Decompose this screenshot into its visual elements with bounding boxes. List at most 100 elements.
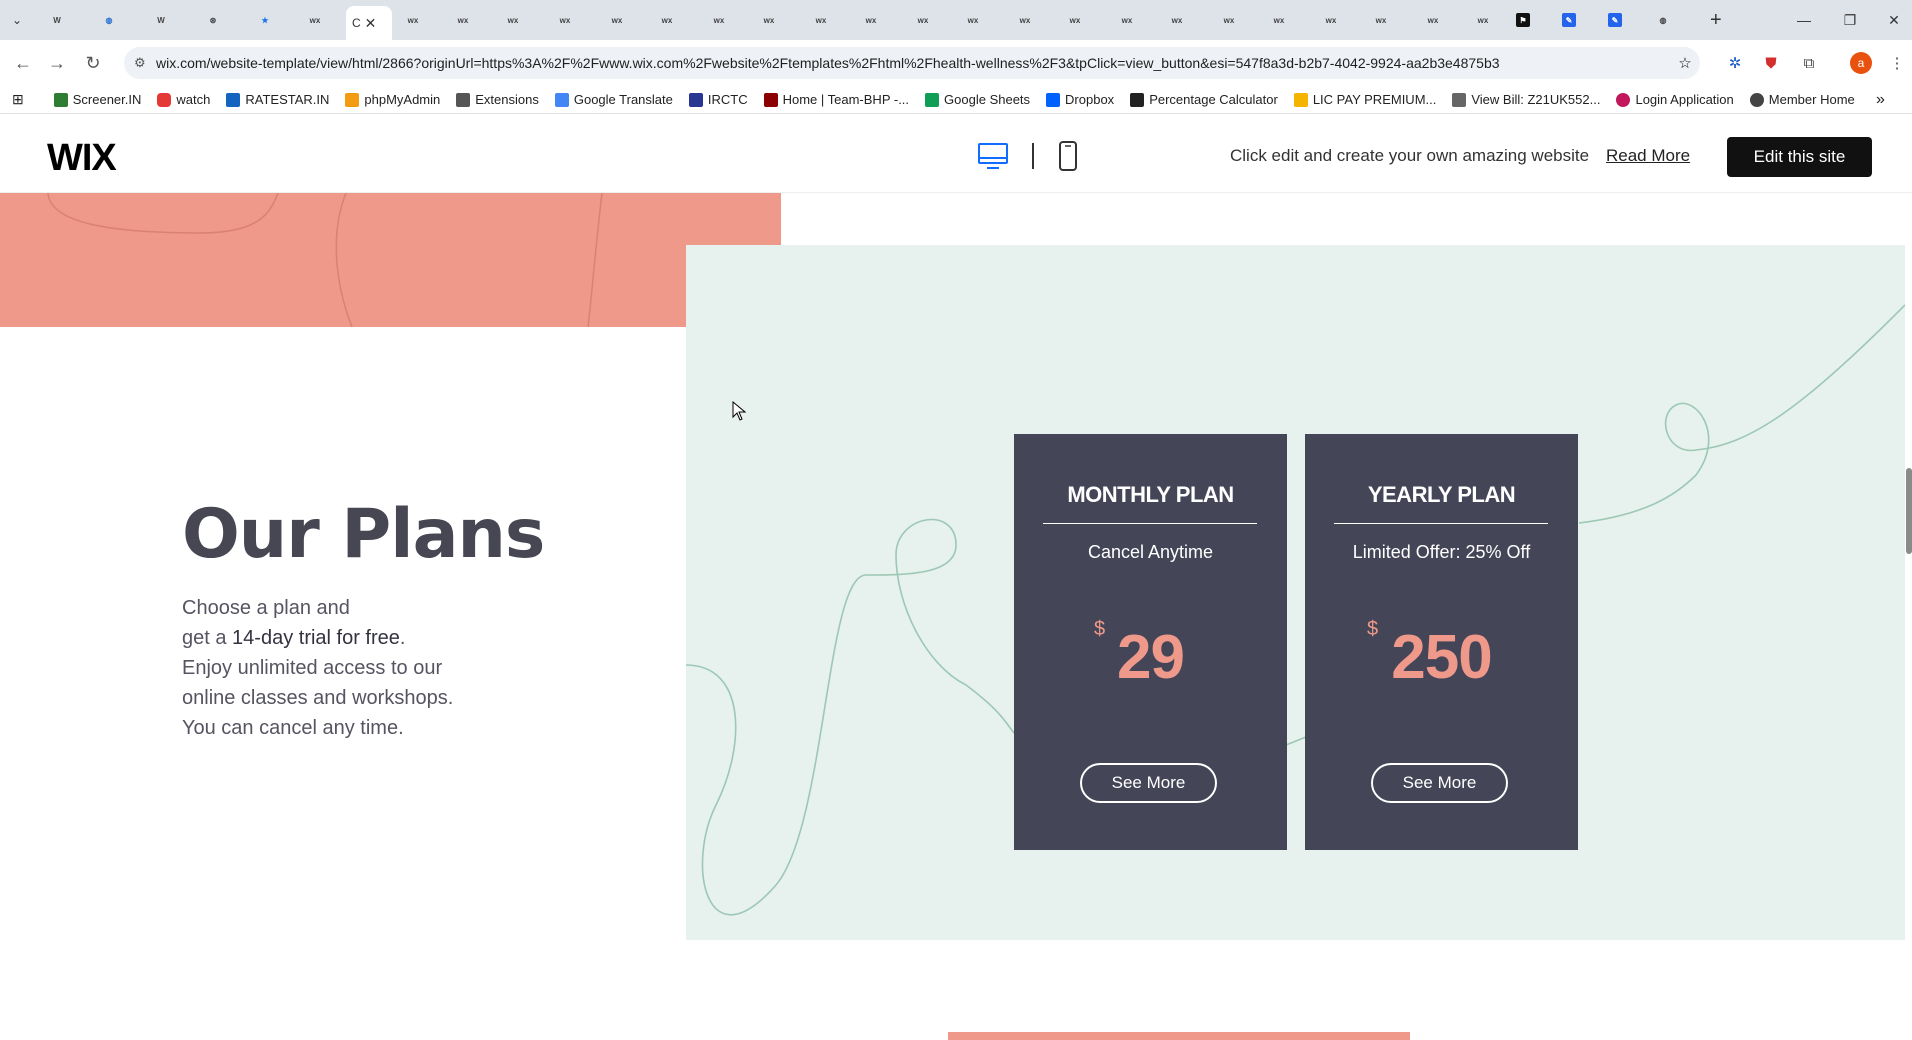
- tab[interactable]: wx: [1164, 8, 1190, 32]
- plan-subtitle: Limited Offer: 25% Off: [1352, 542, 1531, 562]
- decorative-salmon-block: [0, 193, 781, 327]
- close-window-button[interactable]: ✕: [1866, 0, 1912, 40]
- bookmark-label: Screener.IN: [72, 92, 142, 107]
- plan-card-monthly: MONTHLY PLAN Cancel Anytime $ 29 See Mor…: [1014, 434, 1287, 850]
- url-field[interactable]: ⚙ wix.com/website-template/view/html/286…: [124, 47, 1700, 79]
- tab[interactable]: wx: [1420, 8, 1446, 32]
- wix-icon: wx: [815, 15, 827, 25]
- bookmark-star-button[interactable]: ☆: [1674, 52, 1696, 74]
- tab[interactable]: W: [44, 8, 70, 32]
- tab[interactable]: wx: [756, 8, 782, 32]
- tab[interactable]: wx: [706, 8, 732, 32]
- reload-icon: ↻: [85, 52, 101, 73]
- tab[interactable]: ✎: [1556, 8, 1582, 32]
- wix-preview-header: WIX Click edit and create your own amazi…: [0, 115, 1912, 193]
- forward-button[interactable]: →: [44, 50, 70, 76]
- bookmark-item[interactable]: Google Translate: [554, 92, 673, 107]
- tab[interactable]: wx: [1062, 8, 1088, 32]
- tab[interactable]: ◍: [96, 8, 122, 32]
- bookmark-item[interactable]: Home | Team-BHP -...: [763, 92, 909, 107]
- extension-button[interactable]: ⛊: [1760, 52, 1782, 74]
- tab[interactable]: ★: [252, 8, 278, 32]
- bookmark-item[interactable]: View Bill: Z21UK552...: [1452, 92, 1600, 107]
- tab[interactable]: ✎: [1602, 8, 1628, 32]
- reload-button[interactable]: ↻: [80, 50, 106, 76]
- wix-icon: wx: [713, 15, 725, 25]
- plans-section-background: [686, 245, 1905, 940]
- bookmark-label: View Bill: Z21UK552...: [1471, 92, 1601, 107]
- extension-button[interactable]: ✲: [1724, 52, 1746, 74]
- tab[interactable]: wx: [552, 8, 578, 32]
- tab[interactable]: W: [148, 8, 174, 32]
- tab[interactable]: wx: [654, 8, 680, 32]
- tab[interactable]: ◍: [1650, 8, 1676, 32]
- desktop-icon: [978, 143, 1008, 169]
- mobile-view-button[interactable]: [1056, 141, 1080, 171]
- globe-icon: [1749, 92, 1764, 107]
- edit-this-site-button[interactable]: Edit this site: [1727, 137, 1872, 177]
- close-icon: ✕: [1888, 11, 1900, 28]
- bookmark-item[interactable]: Dropbox: [1046, 92, 1114, 107]
- plans-heading: Our Plans: [182, 495, 545, 574]
- tab[interactable]: wx: [302, 8, 328, 32]
- tab[interactable]: wx: [500, 8, 526, 32]
- tab-active[interactable]: C ✕: [346, 6, 392, 40]
- tab-search-button[interactable]: ⌄: [6, 8, 28, 32]
- bookmark-item[interactable]: Screener.IN: [53, 92, 142, 107]
- close-icon[interactable]: ✕: [365, 15, 377, 32]
- tab[interactable]: wx: [910, 8, 936, 32]
- desktop-view-button[interactable]: [976, 141, 1010, 171]
- tab[interactable]: wx: [960, 8, 986, 32]
- tab[interactable]: ⚑: [1510, 8, 1536, 32]
- tab[interactable]: wx: [400, 8, 426, 32]
- bookmarks-overflow-button[interactable]: »: [1876, 91, 1885, 109]
- tab[interactable]: ⊛: [200, 8, 226, 32]
- wix-logo[interactable]: WIX: [47, 137, 117, 180]
- page-scrollbar[interactable]: [1906, 468, 1912, 554]
- bookmark-item[interactable]: watch: [157, 92, 210, 107]
- new-tab-button[interactable]: +: [1704, 8, 1728, 32]
- bookmark-item[interactable]: phpMyAdmin: [345, 92, 440, 107]
- bookmark-item[interactable]: Extensions: [456, 92, 539, 107]
- tab[interactable]: wx: [450, 8, 476, 32]
- tab[interactable]: wx: [1012, 8, 1038, 32]
- tab[interactable]: wx: [1318, 8, 1344, 32]
- browser-menu-button[interactable]: ⋮: [1886, 52, 1908, 74]
- bookmark-item[interactable]: Member Home: [1749, 92, 1855, 107]
- site-info-icon[interactable]: ⚙: [134, 55, 150, 71]
- percent-icon: [1130, 92, 1145, 107]
- puzzle-icon: ⧉: [1803, 54, 1815, 72]
- bookmark-item[interactable]: Google Sheets: [925, 92, 1030, 107]
- tab[interactable]: wx: [858, 8, 884, 32]
- bookmark-item[interactable]: RATESTAR.IN: [226, 92, 329, 107]
- bookmark-item[interactable]: LIC PAY PREMIUM...: [1293, 92, 1436, 107]
- tab[interactable]: wx: [1368, 8, 1394, 32]
- bookmark-item[interactable]: IRCTC: [688, 92, 748, 107]
- bookmark-item[interactable]: Percentage Calculator: [1130, 92, 1278, 107]
- address-bar-row: ← → ↻ ⚙ wix.com/website-template/view/ht…: [0, 40, 1912, 86]
- back-button[interactable]: ←: [10, 50, 36, 76]
- profile-avatar[interactable]: a: [1850, 52, 1872, 74]
- minimize-icon: —: [1797, 12, 1811, 28]
- see-more-button[interactable]: See More: [1080, 763, 1217, 803]
- tab[interactable]: wx: [1114, 8, 1140, 32]
- tab[interactable]: wx: [808, 8, 834, 32]
- sheets-icon: [925, 92, 940, 107]
- wikipedia-icon: W: [53, 15, 61, 25]
- see-more-button[interactable]: See More: [1371, 763, 1508, 803]
- bookmark-favicon-icon: [1293, 92, 1308, 107]
- globe-icon: ◍: [1659, 15, 1667, 25]
- tab[interactable]: wx: [604, 8, 630, 32]
- extensions-menu-button[interactable]: ⧉: [1798, 52, 1820, 74]
- apps-grid-icon[interactable]: ⊞: [12, 91, 24, 108]
- tab[interactable]: wx: [1266, 8, 1292, 32]
- bookmark-favicon-icon: [226, 92, 241, 107]
- star-outline-icon: ☆: [1678, 55, 1692, 72]
- tab[interactable]: wx: [1216, 8, 1242, 32]
- plan-divider: [1334, 523, 1548, 524]
- read-more-link[interactable]: Read More: [1606, 146, 1690, 166]
- bookmark-item[interactable]: Login Application: [1616, 92, 1734, 107]
- tab[interactable]: wx: [1470, 8, 1496, 32]
- plans-desc-text: get a: [182, 627, 233, 649]
- bookmark-label: Dropbox: [1065, 92, 1115, 107]
